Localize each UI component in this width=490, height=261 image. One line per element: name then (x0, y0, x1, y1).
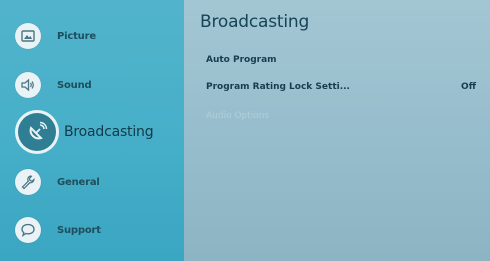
menu-item-auto-program[interactable]: Auto Program (206, 51, 476, 69)
speaker-icon (15, 72, 41, 98)
sidebar-item-sound[interactable]: Sound (0, 63, 184, 107)
sidebar-item-label: Sound (57, 79, 92, 91)
sidebar-item-label: Support (57, 224, 101, 236)
menu-item-label: Auto Program (206, 55, 277, 65)
chat-bubble-icon (15, 217, 41, 243)
sidebar-item-label: General (57, 176, 100, 188)
menu-item-program-rating-lock[interactable]: Program Rating Lock Setti... Off (206, 78, 476, 96)
sidebar-item-label: Picture (57, 30, 96, 42)
picture-icon (15, 23, 41, 49)
sidebar-item-general[interactable]: General (0, 160, 184, 204)
tv-settings-screen: Picture Sound Broadcasting General Suppo… (0, 0, 490, 261)
sidebar-item-support[interactable]: Support (0, 208, 184, 252)
menu-item-audio-options: Audio Options (206, 107, 476, 125)
satellite-dish-icon (18, 113, 56, 151)
wrench-icon (15, 169, 41, 195)
sidebar-item-picture[interactable]: Picture (0, 14, 184, 58)
page-title: Broadcasting (200, 12, 310, 32)
settings-sidebar: Picture Sound Broadcasting General Suppo… (0, 0, 184, 261)
broadcasting-panel: Broadcasting Auto Program Program Rating… (184, 0, 490, 261)
sidebar-item-label: Broadcasting (64, 124, 154, 140)
menu-item-label: Audio Options (206, 111, 270, 121)
menu-item-value: Off (461, 82, 476, 92)
menu-item-label: Program Rating Lock Setti... (206, 82, 350, 92)
sidebar-item-broadcasting[interactable]: Broadcasting (0, 110, 184, 154)
